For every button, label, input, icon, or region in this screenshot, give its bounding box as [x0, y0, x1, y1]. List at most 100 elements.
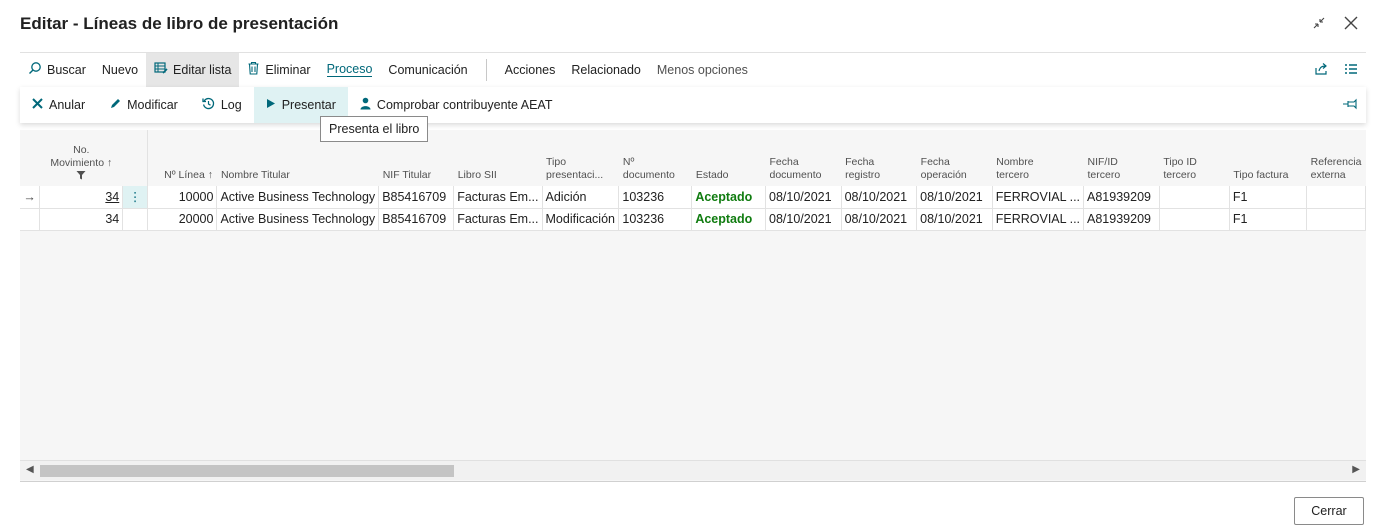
cell-nombre-titular[interactable]: Active Business Technology — [216, 186, 380, 209]
table-row[interactable]: 34 20000 Active Business Technology B854… — [20, 208, 1366, 231]
tab-proceso-label: Proceso — [326, 62, 373, 77]
edit-list-button[interactable]: Editar lista — [146, 52, 240, 87]
cell-fecha-operacion[interactable]: 08/10/2021 — [916, 186, 993, 209]
cell-linea[interactable]: 20000 — [147, 208, 218, 231]
close-button[interactable]: Cerrar — [1294, 497, 1364, 525]
column-header-linea[interactable]: Nº Línea ↑ — [147, 130, 217, 186]
cell-estado[interactable]: Aceptado — [691, 186, 766, 209]
column-header-tipo-id-tercero[interactable]: Tipo ID tercero — [1159, 130, 1229, 186]
tab-comunicacion[interactable]: Comunicación — [380, 53, 475, 87]
edit-list-label: Editar lista — [173, 62, 232, 77]
cell-no-movimiento[interactable]: 34 — [39, 186, 124, 209]
play-icon — [266, 98, 276, 112]
history-icon — [202, 97, 215, 113]
tab-relacionado[interactable]: Relacionado — [563, 53, 649, 87]
cell-nombre-titular[interactable]: Active Business Technology — [216, 208, 380, 231]
column-header-n-documento[interactable]: Nº documento — [619, 130, 692, 186]
log-button[interactable]: Log — [190, 87, 254, 123]
column-header-nif-tercero[interactable]: NIF/ID tercero — [1084, 130, 1160, 186]
process-action-bar: Anular Modificar Log Presentar Comprobar… — [20, 87, 1366, 123]
window-controls — [1310, 14, 1360, 32]
search-label: Buscar — [47, 62, 86, 77]
submit-label: Presentar — [281, 98, 336, 112]
cell-fecha-registro[interactable]: 08/10/2021 — [841, 186, 918, 209]
cell-nif-titular[interactable]: B85416709 — [378, 186, 455, 209]
cell-referencia-externa[interactable] — [1306, 186, 1366, 209]
cell-tipo-presentacion[interactable]: Modificación — [542, 208, 620, 231]
row-menu-icon[interactable]: ⋮ — [122, 186, 149, 209]
cell-nombre-tercero[interactable]: FERROVIAL ... — [992, 208, 1085, 231]
check-taxpayer-label: Comprobar contribuyente AEAT — [376, 98, 553, 112]
column-header-estado[interactable]: Estado — [692, 130, 766, 186]
cell-tipo-factura[interactable]: F1 — [1229, 186, 1308, 209]
tab-acciones-label: Acciones — [504, 62, 556, 77]
cell-fecha-documento[interactable]: 08/10/2021 — [765, 186, 842, 209]
cell-nif-titular[interactable]: B85416709 — [378, 208, 455, 231]
cell-n-documento[interactable]: 103236 — [618, 186, 693, 209]
column-header-fecha-operacion[interactable]: Fecha operación — [917, 130, 993, 186]
column-header-libro-sii[interactable]: Libro SII — [454, 130, 542, 186]
column-header-nombre-tercero[interactable]: Nombre tercero — [992, 130, 1083, 186]
cell-tipo-id-tercero[interactable] — [1159, 186, 1230, 209]
cell-n-documento[interactable]: 103236 — [618, 208, 693, 231]
cell-referencia-externa[interactable] — [1306, 208, 1366, 231]
column-header-no-movimiento[interactable]: No. Movimiento ↑ — [40, 130, 123, 186]
new-button[interactable]: Nuevo — [94, 53, 146, 87]
cell-nif-tercero[interactable]: A81939209 — [1083, 208, 1160, 231]
page-title: Editar - Líneas de libro de presentación — [20, 14, 339, 33]
collapse-icon[interactable] — [1310, 14, 1328, 32]
tooltip: Presenta el libro — [320, 116, 429, 142]
share-icon[interactable] — [1314, 62, 1328, 79]
search-button[interactable]: Buscar — [20, 53, 94, 87]
cell-tipo-factura[interactable]: F1 — [1229, 208, 1308, 231]
pin-icon[interactable] — [1342, 98, 1358, 113]
sort-up-icon: ↑ — [106, 157, 113, 169]
cell-fecha-registro[interactable]: 08/10/2021 — [841, 208, 918, 231]
column-header-referencia-externa[interactable]: Referencia externa — [1307, 130, 1366, 186]
edit-list-icon — [154, 61, 168, 78]
column-header-tipo-presentacion[interactable]: Tipo presentaci... — [542, 130, 619, 186]
table-row[interactable]: → 34 ⋮ 10000 Active Business Technology … — [20, 186, 1366, 209]
cell-tipo-presentacion[interactable]: Adición — [542, 186, 620, 209]
tab-proceso[interactable]: Proceso — [319, 53, 381, 87]
fewer-options-button[interactable]: Menos opciones — [649, 53, 756, 87]
search-icon — [28, 61, 42, 78]
horizontal-scrollbar[interactable]: ◀ ▶ — [20, 460, 1366, 480]
cell-fecha-operacion[interactable]: 08/10/2021 — [916, 208, 993, 231]
delete-button[interactable]: Eliminar — [239, 53, 318, 87]
trash-icon — [247, 61, 260, 78]
divider — [485, 58, 487, 81]
list-view-icon[interactable] — [1344, 62, 1358, 79]
person-icon — [360, 97, 371, 113]
cancel-entry-button[interactable]: Anular — [20, 87, 97, 123]
cell-libro-sii[interactable]: Facturas Em... — [453, 186, 543, 209]
filter-icon[interactable] — [44, 170, 119, 184]
log-label: Log — [220, 98, 242, 112]
action-bar: Buscar Nuevo Editar lista Eliminar Proce… — [20, 52, 1366, 87]
x-icon — [32, 98, 43, 112]
cell-nif-tercero[interactable]: A81939209 — [1083, 186, 1160, 209]
scroll-right-icon[interactable]: ▶ — [1352, 464, 1360, 475]
tab-acciones[interactable]: Acciones — [497, 53, 564, 87]
cell-libro-sii[interactable]: Facturas Em... — [453, 208, 543, 231]
lines-table: No. Movimiento ↑ Nº Línea ↑ Nombre Titul… — [20, 130, 1366, 231]
scroll-left-icon[interactable]: ◀ — [26, 464, 34, 475]
delete-label: Eliminar — [265, 62, 311, 77]
modify-button[interactable]: Modificar — [97, 87, 190, 123]
fewer-options-label: Menos opciones — [656, 62, 748, 77]
column-header-tipo-factura[interactable]: Tipo factura — [1229, 130, 1306, 186]
cancel-entry-label: Anular — [49, 98, 86, 112]
column-header-fecha-documento[interactable]: Fecha documento — [766, 130, 842, 186]
cell-linea[interactable]: 10000 — [147, 186, 218, 209]
sort-up-icon: ↑ — [207, 169, 213, 181]
cell-estado[interactable]: Aceptado — [691, 208, 766, 231]
cell-tipo-id-tercero[interactable] — [1159, 208, 1230, 231]
scrollbar-thumb[interactable] — [40, 465, 454, 477]
column-header-fecha-registro[interactable]: Fecha registro — [841, 130, 917, 186]
modify-label: Modificar — [127, 98, 178, 112]
cell-no-movimiento[interactable]: 34 — [39, 208, 124, 231]
close-icon[interactable] — [1342, 14, 1360, 32]
cell-fecha-documento[interactable]: 08/10/2021 — [765, 208, 842, 231]
cell-nombre-tercero[interactable]: FERROVIAL ... — [992, 186, 1085, 209]
tab-comunicacion-label: Comunicación — [388, 62, 468, 77]
